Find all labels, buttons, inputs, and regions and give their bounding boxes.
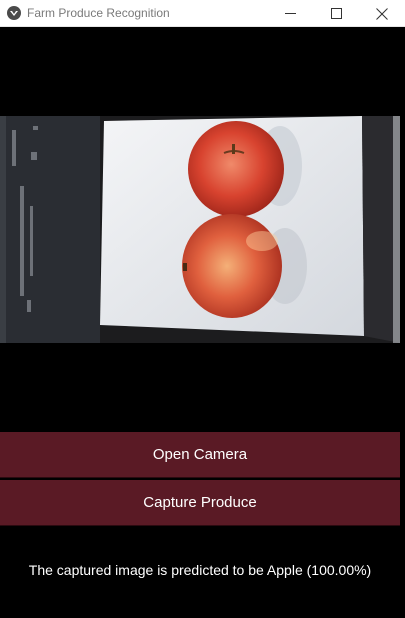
title-bar: Farm Produce Recognition <box>0 0 405 27</box>
maximize-icon <box>330 8 342 19</box>
camera-preview <box>0 116 400 343</box>
app-icon <box>7 6 21 20</box>
window-controls <box>267 0 405 27</box>
prediction-result-text: The captured image is predicted to be Ap… <box>28 562 372 578</box>
minimize-button[interactable] <box>267 0 313 27</box>
close-button[interactable] <box>359 0 405 27</box>
app-client-area: Open Camera Capture Produce The captured… <box>0 27 405 618</box>
close-icon <box>376 7 388 20</box>
minimize-icon <box>284 13 296 14</box>
capture-produce-button[interactable]: Capture Produce <box>0 480 400 526</box>
maximize-button[interactable] <box>313 0 359 27</box>
open-camera-button[interactable]: Open Camera <box>0 432 400 478</box>
window-title: Farm Produce Recognition <box>27 6 170 20</box>
